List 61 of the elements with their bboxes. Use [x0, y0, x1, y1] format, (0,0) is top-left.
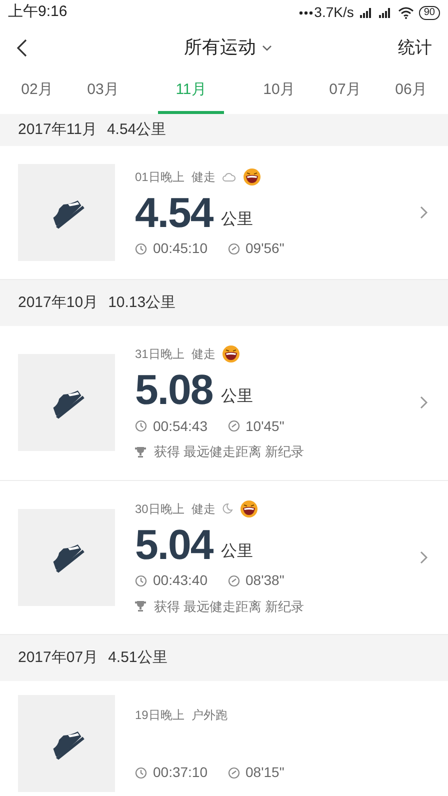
- caret-down-icon: [262, 44, 272, 51]
- month-tab[interactable]: 06月: [378, 70, 444, 114]
- pace-value: 08'15": [246, 763, 284, 782]
- month-header: 2017年11月: [18, 120, 97, 140]
- pace-icon: [228, 766, 240, 778]
- record-time-label: 01日晚上: [135, 168, 184, 186]
- stats-button[interactable]: 统计: [398, 35, 432, 61]
- month-header: 2017年07月: [18, 648, 98, 668]
- network-speed: 3.7K/s: [314, 3, 354, 22]
- sport-type-label: 户外跑: [191, 706, 228, 724]
- chevron-right-icon[interactable]: [420, 550, 428, 564]
- notification-dots-icon: [299, 10, 314, 15]
- status-time: 上午9:16: [8, 2, 68, 22]
- signal-icon: [358, 6, 393, 19]
- achievement-text: 获得 最远健走距离 新纪录: [154, 443, 304, 461]
- clock-icon: [135, 574, 147, 586]
- distance-value: 4.54: [135, 190, 213, 234]
- month-tab[interactable]: 07月: [312, 70, 378, 114]
- month-total: 4.54公里: [106, 120, 166, 140]
- pace-icon: [228, 574, 240, 586]
- clock-icon: [135, 242, 147, 254]
- sport-filter-dropdown[interactable]: 所有运动: [184, 34, 272, 62]
- clock-icon: [135, 420, 147, 432]
- duration-value: 00:54:43: [153, 416, 208, 436]
- wifi-icon: [398, 6, 414, 19]
- month-total: 4.51公里: [108, 648, 168, 668]
- laughing-emoji-icon: [240, 500, 258, 518]
- duration-value: 00:45:10: [153, 239, 208, 258]
- pace-icon: [228, 242, 240, 254]
- duration-value: 00:37:10: [153, 763, 208, 782]
- back-icon[interactable]: [16, 38, 28, 57]
- pace-icon: [228, 420, 240, 432]
- sport-type-label: 健走: [191, 168, 216, 186]
- sport-type-label: 健走: [191, 346, 216, 363]
- trophy-icon: [135, 446, 146, 458]
- sport-type-label: 健走: [191, 500, 216, 518]
- chevron-right-icon[interactable]: [420, 206, 428, 219]
- distance-value: 5.04: [135, 522, 213, 566]
- month-tab[interactable]: 02月: [4, 70, 70, 114]
- achievement-text: 获得 最远健走距离 新纪录: [154, 598, 304, 616]
- laughing-emoji-icon: [222, 345, 240, 363]
- pace-value: 10'45": [246, 416, 284, 436]
- laughing-emoji-icon: [243, 168, 262, 186]
- distance-value: 5.08: [135, 368, 213, 412]
- month-tab[interactable]: 10月: [246, 70, 312, 114]
- month-tab[interactable]: 03月: [70, 70, 136, 114]
- battery-indicator: 90: [418, 6, 440, 20]
- chevron-right-icon[interactable]: [420, 396, 428, 410]
- distance-unit: 公里: [220, 387, 253, 407]
- record-time-label: 30日晚上: [135, 500, 184, 518]
- record-time-label: 31日晚上: [135, 346, 184, 363]
- duration-value: 00:43:40: [153, 571, 208, 590]
- trophy-icon: [135, 600, 146, 612]
- distance-unit: 公里: [220, 210, 253, 230]
- record-time-label: 19日晚上: [135, 706, 184, 724]
- month-total: 10.13公里: [108, 292, 176, 313]
- clock-icon: [135, 766, 147, 778]
- month-header: 2017年10月: [18, 292, 98, 313]
- distance-unit: 公里: [220, 542, 253, 562]
- pace-value: 09'56": [246, 239, 284, 258]
- pace-value: 08'38": [246, 571, 284, 590]
